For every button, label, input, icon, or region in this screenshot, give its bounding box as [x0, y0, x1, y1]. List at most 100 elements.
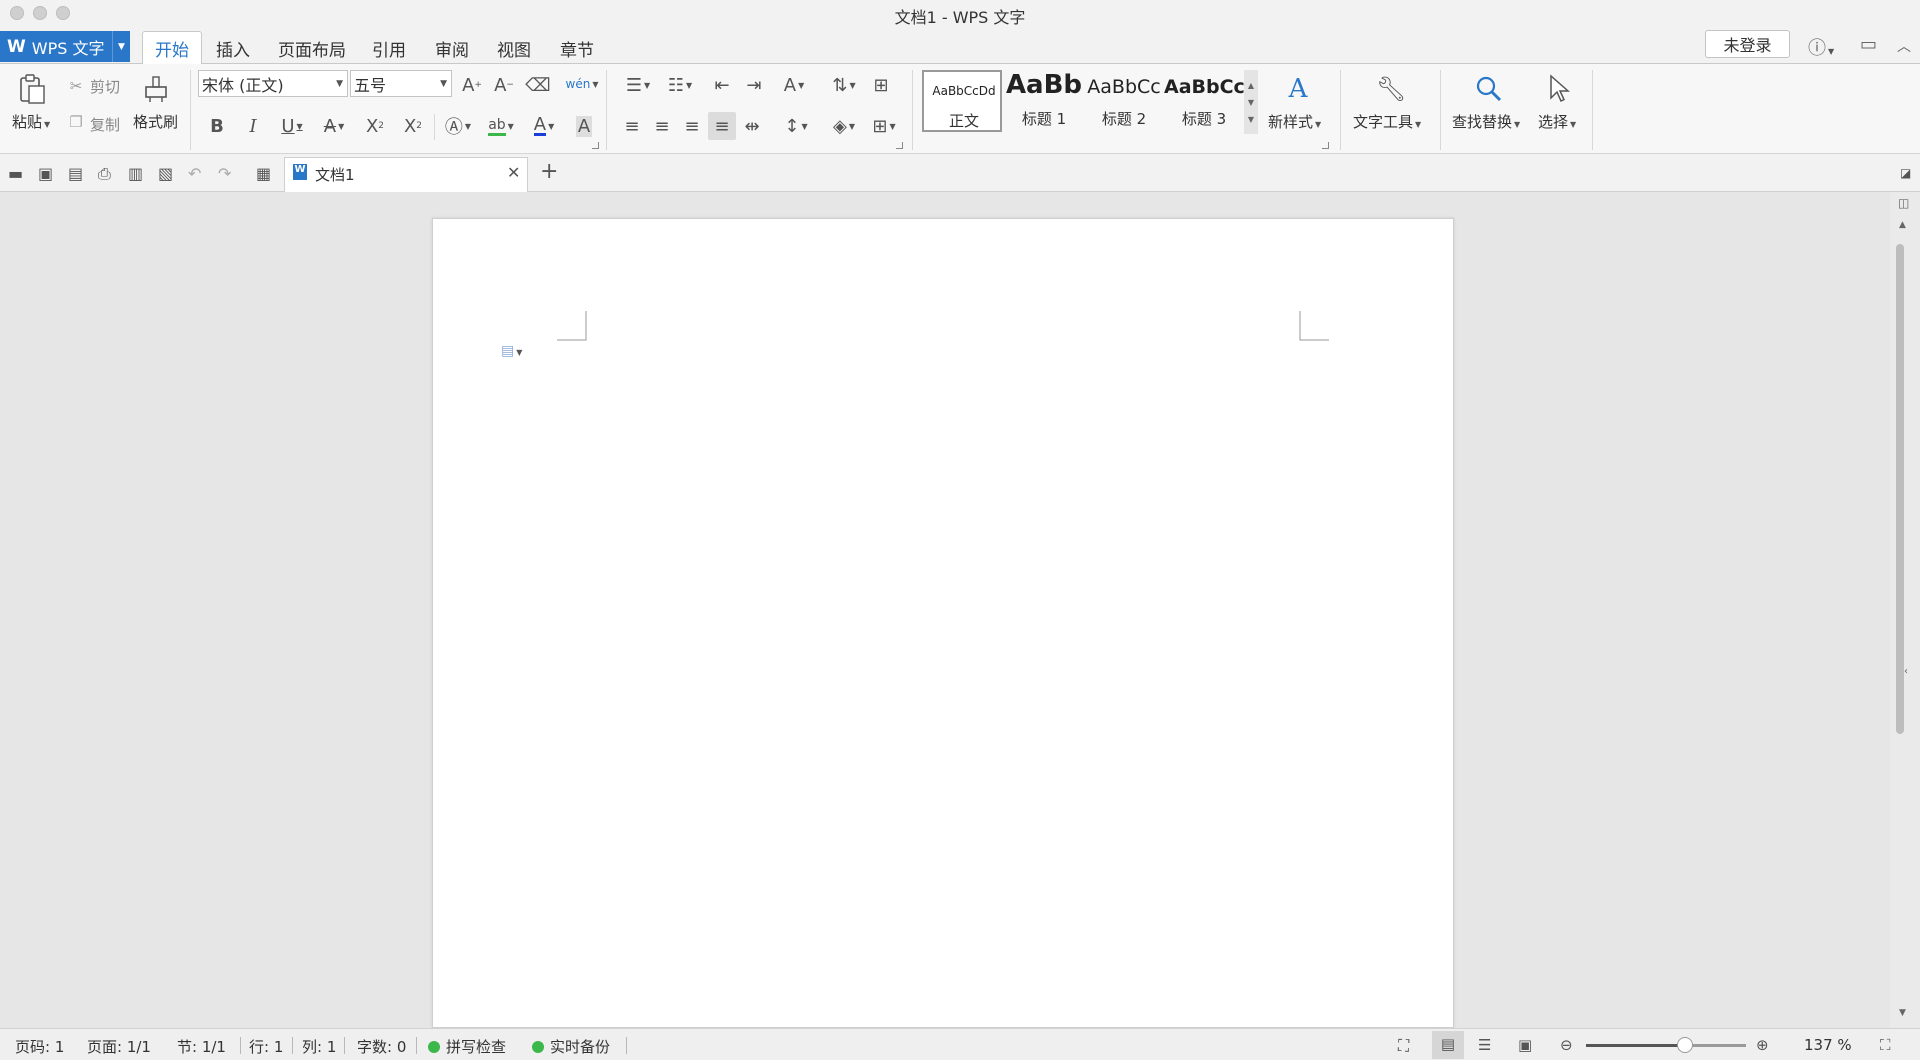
font-color-icon[interactable]: A ▼ [526, 114, 562, 138]
spell-check-toggle[interactable]: 拼写检查 [428, 1036, 506, 1057]
copy-icon[interactable]: ❐ [66, 112, 86, 132]
new-style-button[interactable]: 新样式 ▼ [1268, 111, 1321, 132]
zoom-slider[interactable] [1586, 1037, 1746, 1053]
page-count-status[interactable]: 页面: 1/1 [87, 1036, 151, 1057]
vertical-scrollbar[interactable]: ◫ ▲ ‹ ▼ [1890, 192, 1920, 1028]
app-menu-dropdown-icon[interactable]: ▼ [112, 31, 130, 62]
login-button[interactable]: 未登录 [1705, 30, 1790, 58]
web-view-icon[interactable]: ▣ [1518, 1036, 1532, 1054]
superscript-icon[interactable]: X2 [362, 114, 388, 138]
align-center-icon[interactable]: ≡ [650, 114, 674, 138]
text-tools-button[interactable]: 文字工具 ▼ [1353, 111, 1421, 132]
sort-icon[interactable]: ⇅ ▼ [826, 74, 862, 96]
font-family-select[interactable]: 宋体 (正文) ▼ [198, 70, 348, 97]
numbered-list-icon[interactable]: ☷ ▼ [662, 74, 698, 96]
subscript-icon[interactable]: X2 [400, 114, 426, 138]
save-icon[interactable]: ▣ [38, 164, 53, 183]
select-button[interactable]: 选择 ▼ [1538, 111, 1576, 132]
tab-page-layout[interactable]: 页面布局 [278, 36, 346, 61]
font-dialog-launcher[interactable] [592, 142, 599, 149]
format-painter-icon[interactable] [140, 72, 172, 106]
document-page[interactable]: ▤ ▼ [432, 218, 1454, 1028]
sidebar-expand-icon[interactable]: ‹ [1904, 666, 1908, 677]
style-gallery-scroll[interactable]: ▲ ▼ ▼ [1244, 70, 1258, 134]
print-preview-icon[interactable]: ▥ [128, 164, 143, 183]
bold-icon[interactable]: B [206, 114, 228, 138]
style-normal[interactable]: AaBbCcDd 正文 [922, 70, 1002, 132]
new-tab-icon[interactable]: + [540, 159, 558, 184]
page-view-icon[interactable]: ▤ [1432, 1031, 1464, 1059]
undo-icon[interactable]: ↶ [188, 164, 201, 183]
cut-icon[interactable]: ✂ [66, 76, 86, 96]
zoom-slider-thumb[interactable] [1677, 1037, 1694, 1053]
auto-backup-toggle[interactable]: 实时备份 [532, 1036, 610, 1057]
style-heading-1[interactable]: AaBb 标题 1 [1004, 70, 1084, 132]
line-spacing-icon[interactable]: ↕ ▼ [778, 114, 814, 138]
phonetic-guide-icon[interactable]: wén ▼ [562, 72, 602, 96]
zoom-out-icon[interactable]: ⊖ [1560, 1036, 1573, 1054]
fullscreen-view-icon[interactable]: ⛶ [1398, 1036, 1409, 1056]
grow-font-icon[interactable]: A + [460, 74, 484, 96]
scroll-down-icon[interactable]: ▼ [1899, 1008, 1906, 1018]
panel-toggle-icon[interactable]: ◪ [1900, 166, 1911, 180]
tab-references[interactable]: 引用 [372, 36, 406, 61]
tab-home[interactable]: 开始 [142, 31, 202, 64]
chevron-up-icon[interactable]: ▲ [1248, 81, 1254, 90]
document-tab[interactable]: W 文档1 ✕ [284, 157, 528, 192]
strikethrough-icon[interactable]: A ▼ [316, 114, 352, 138]
style-heading-3[interactable]: AaBbCc 标题 3 [1164, 70, 1244, 132]
cut-button[interactable]: 剪切 [90, 76, 120, 97]
doc-check-icon[interactable]: ▧ [158, 164, 173, 183]
word-count-status[interactable]: 字数: 0 [357, 1036, 406, 1057]
align-right-icon[interactable]: ≡ [680, 114, 704, 138]
format-painter-button[interactable]: 格式刷 [133, 111, 178, 132]
paste-icon[interactable] [14, 72, 50, 106]
decrease-indent-icon[interactable]: ⇤ [710, 74, 734, 96]
section-status[interactable]: 节: 1/1 [177, 1036, 226, 1057]
page-number-status[interactable]: 页码: 1 [15, 1036, 64, 1057]
scroll-up-icon[interactable]: ▲ [1899, 220, 1906, 230]
clear-format-icon[interactable]: ⌫ [525, 74, 550, 96]
export-pdf-icon[interactable]: ▤ [68, 164, 83, 183]
feedback-icon[interactable]: ▭ [1860, 34, 1877, 55]
bullet-list-icon[interactable]: ☰ ▼ [620, 74, 656, 96]
help-icon[interactable]: ⓘ ▼ [1808, 34, 1834, 60]
table-insert-icon[interactable]: ⊞ [868, 74, 894, 96]
tab-chapter[interactable]: 章节 [560, 36, 594, 61]
outline-view-icon[interactable]: ☰ [1478, 1036, 1491, 1054]
expand-gallery-icon[interactable]: ▼ [1248, 115, 1254, 124]
borders-icon[interactable]: ⊞ ▼ [866, 114, 902, 138]
tab-insert[interactable]: 插入 [216, 36, 250, 61]
open-folder-icon[interactable]: ▬ [8, 164, 23, 183]
paragraph-dialog-launcher[interactable] [896, 142, 903, 149]
style-heading-2[interactable]: AaBbCc 标题 2 [1084, 70, 1164, 132]
font-size-select[interactable]: 五号 ▼ [350, 70, 452, 97]
justify-icon[interactable]: ≡ [708, 112, 736, 140]
character-shading-icon[interactable]: A [572, 114, 596, 138]
text-effect-icon[interactable]: Ⓐ ▼ [440, 114, 476, 138]
cursor-icon[interactable] [1544, 72, 1574, 106]
split-view-icon[interactable]: ◫ [1898, 196, 1909, 210]
fit-page-icon[interactable]: ⛶ [1880, 1036, 1891, 1054]
chevron-down-icon[interactable]: ▼ [1248, 98, 1254, 107]
paste-button[interactable]: 粘贴 ▼ [12, 111, 50, 132]
find-replace-button[interactable]: 查找替换 ▼ [1452, 111, 1520, 132]
tab-view[interactable]: 视图 [497, 36, 531, 61]
app-menu-button[interactable]: W WPS 文字 [0, 31, 112, 62]
print-icon[interactable]: ⎙ [98, 164, 111, 184]
tab-review[interactable]: 审阅 [435, 36, 469, 61]
zoom-level[interactable]: 137 % [1804, 1036, 1852, 1054]
scrollbar-thumb[interactable] [1896, 244, 1904, 734]
italic-icon[interactable]: I [242, 114, 264, 138]
new-style-icon[interactable]: A [1280, 72, 1316, 106]
copy-button[interactable]: 复制 [90, 114, 120, 135]
grid-view-icon[interactable]: ▦ [256, 164, 271, 183]
text-direction-icon[interactable]: A ▼ [776, 74, 812, 96]
align-left-icon[interactable]: ≡ [620, 114, 644, 138]
paste-options-icon[interactable]: ▤ ▼ [501, 343, 522, 359]
paragraph-shading-icon[interactable]: ◈ ▼ [826, 114, 862, 138]
highlight-icon[interactable]: ab ▼ [482, 114, 520, 138]
underline-icon[interactable]: U ▼ [276, 114, 308, 138]
shrink-font-icon[interactable]: A − [492, 74, 516, 96]
search-icon[interactable] [1472, 72, 1506, 106]
